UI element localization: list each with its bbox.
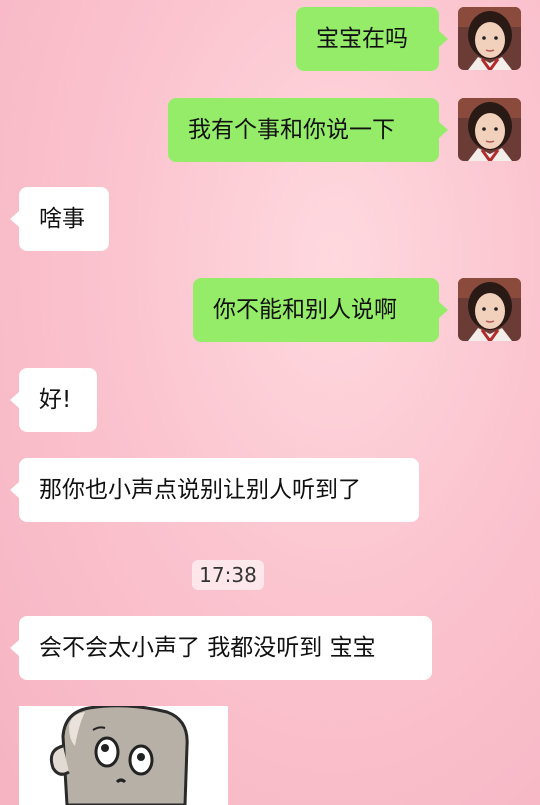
self-avatar[interactable]	[458, 98, 521, 161]
outgoing-message-bubble[interactable]: 宝宝在吗	[296, 7, 448, 71]
self-avatar[interactable]	[458, 278, 521, 341]
outgoing-message-bubble[interactable]: 我有个事和你说一下	[168, 98, 448, 162]
cartoon-face-sticker-icon	[19, 706, 228, 805]
sticker-message[interactable]	[19, 706, 228, 805]
incoming-message-bubble[interactable]: 会不会太小声了 我都没听到 宝宝	[10, 616, 432, 680]
chat-area[interactable]: 宝宝在吗 我有个事和你说一下 啥事 你不能和别人说啊 好! 那你也小声点说别让别…	[0, 0, 540, 805]
message-timestamp: 17:38	[192, 560, 264, 590]
incoming-message-bubble[interactable]: 那你也小声点说别让别人听到了	[10, 458, 419, 522]
outgoing-message-bubble[interactable]: 你不能和别人说啊	[193, 278, 448, 342]
incoming-message-bubble[interactable]: 好!	[10, 368, 97, 432]
incoming-message-bubble[interactable]: 啥事	[10, 187, 109, 251]
self-avatar[interactable]	[458, 7, 521, 70]
